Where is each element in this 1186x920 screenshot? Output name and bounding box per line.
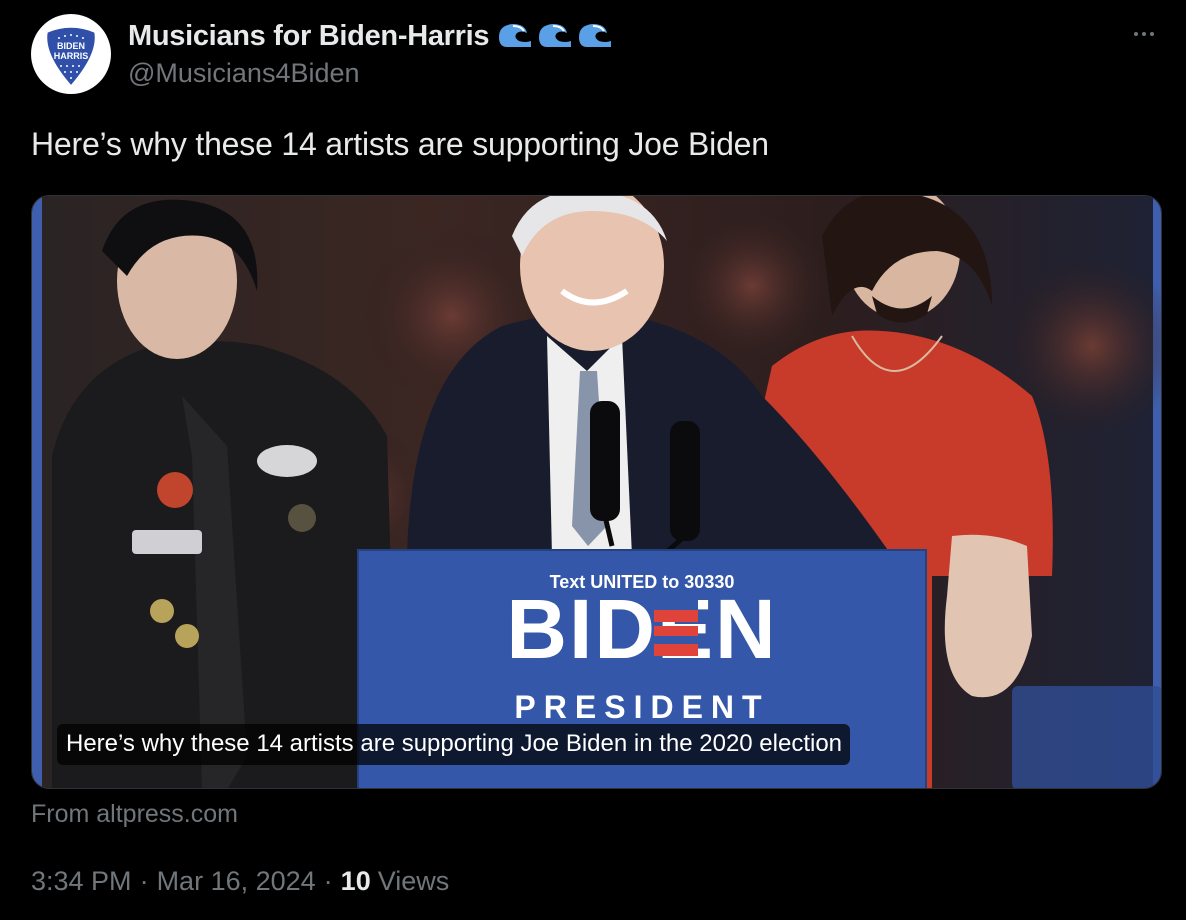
wave-icon <box>539 24 572 47</box>
meta-separator: · <box>139 866 149 896</box>
avatar-logo-text-2: HARRIS <box>54 51 89 61</box>
biden-harris-pick-logo: BIDEN HARRIS <box>45 26 97 88</box>
views-label: Views <box>377 866 450 896</box>
card-source-link[interactable]: From altpress.com <box>31 800 238 829</box>
card-caption: Here’s why these 14 artists are supporti… <box>57 724 851 765</box>
author-name-row[interactable]: Musicians for Biden-Harris <box>128 16 615 56</box>
podium-sign-subtitle: PRESIDENT <box>514 689 769 725</box>
wave-emojis <box>497 19 615 53</box>
tweet-meta: 3:34 PM · Mar 16, 2024 · 10 Views <box>31 866 449 897</box>
link-card[interactable]: Text UNITED to 30330 BIDEN PRESIDENT Her… <box>31 195 1162 789</box>
more-dot-icon <box>1142 32 1146 36</box>
avatar[interactable]: BIDEN HARRIS <box>31 14 111 94</box>
meta-separator: · <box>323 866 333 896</box>
tweet-text: Here’s why these 14 artists are supporti… <box>31 126 769 162</box>
author-handle[interactable]: @Musicians4Biden <box>128 58 360 89</box>
views-count: 10 <box>340 866 371 896</box>
wave-icon <box>579 24 612 47</box>
card-image: Text UNITED to 30330 BIDEN PRESIDENT <box>32 196 1161 788</box>
tweet-date[interactable]: Mar 16, 2024 <box>157 866 316 897</box>
tweet-time[interactable]: 3:34 PM <box>31 866 132 897</box>
podium-sign-brand: BIDEN <box>506 582 777 676</box>
avatar-logo-text-1: BIDEN <box>57 41 85 51</box>
wave-icon <box>499 24 532 47</box>
more-dot-icon <box>1150 32 1154 36</box>
author-display-name[interactable]: Musicians for Biden-Harris <box>128 20 490 53</box>
more-dot-icon <box>1134 32 1138 36</box>
more-options-button[interactable] <box>1126 22 1162 46</box>
